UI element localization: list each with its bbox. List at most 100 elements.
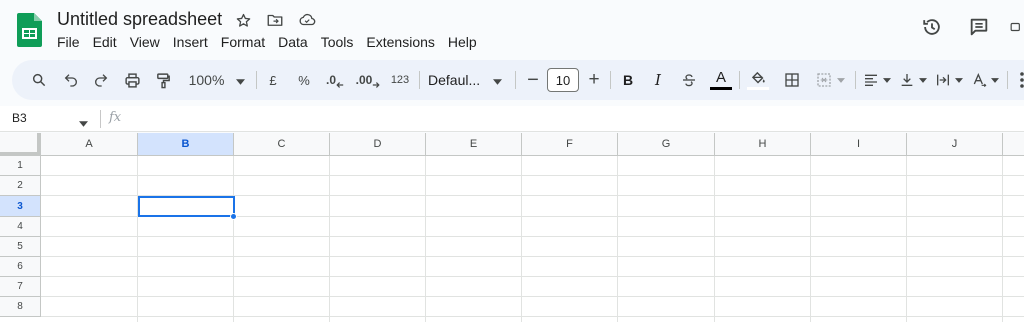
- caret-down-icon: [991, 77, 999, 83]
- formula-input[interactable]: [140, 110, 1020, 128]
- caret-down-icon: [836, 77, 845, 83]
- menu-file[interactable]: File: [57, 34, 80, 50]
- row-header-4[interactable]: 4: [0, 217, 41, 237]
- column-header-c[interactable]: C: [234, 133, 330, 156]
- undo-icon[interactable]: [59, 60, 83, 100]
- column-header-e[interactable]: E: [426, 133, 522, 156]
- merge-cells-button[interactable]: [810, 60, 850, 100]
- decrease-font-size-button[interactable]: −: [523, 60, 543, 100]
- column-header-g[interactable]: G: [618, 133, 715, 156]
- header: Untitled spreadsheet File Edit View Inse…: [0, 0, 1024, 58]
- text-rotation-icon: [973, 72, 987, 88]
- column-gridline: [329, 156, 330, 322]
- fill-handle[interactable]: [230, 213, 237, 220]
- row-header-1[interactable]: 1: [0, 156, 41, 176]
- menu-extensions[interactable]: Extensions: [366, 34, 434, 50]
- row-gridline: [41, 175, 1024, 176]
- vertical-align-button[interactable]: [897, 60, 929, 100]
- text-color-button[interactable]: A: [709, 60, 733, 100]
- version-history-icon[interactable]: [919, 14, 945, 40]
- decrease-decimal-button[interactable]: .0: [323, 60, 347, 100]
- star-icon[interactable]: [232, 9, 254, 31]
- text-color-bar: [710, 86, 732, 90]
- italic-button[interactable]: I: [647, 60, 669, 100]
- bold-button[interactable]: B: [617, 60, 639, 100]
- select-all-corner[interactable]: [0, 133, 41, 156]
- cloud-saved-icon[interactable]: [296, 9, 318, 31]
- format-percent-button[interactable]: %: [293, 60, 315, 100]
- sheets-logo[interactable]: [17, 13, 42, 47]
- print-icon[interactable]: [120, 60, 144, 100]
- borders-icon[interactable]: [780, 60, 804, 100]
- video-call-icon[interactable]: [1010, 14, 1024, 40]
- caret-down-icon: [493, 73, 503, 88]
- increase-font-size-button[interactable]: +: [584, 60, 604, 100]
- text-color-icon: A: [715, 68, 726, 86]
- menu-view[interactable]: View: [130, 34, 160, 50]
- name-box-caret-icon[interactable]: [79, 114, 88, 132]
- format-currency-button[interactable]: £: [262, 60, 284, 100]
- increase-decimal-button[interactable]: .00: [354, 60, 382, 100]
- fill-color-bar: [747, 86, 769, 90]
- menu-help[interactable]: Help: [448, 34, 477, 50]
- menu-data[interactable]: Data: [278, 34, 308, 50]
- spreadsheet-grid[interactable]: ABCDEFGHIJ 12345678: [0, 133, 1024, 322]
- row-header-3[interactable]: 3: [0, 196, 41, 217]
- column-header-i[interactable]: I: [811, 133, 907, 156]
- column-gridline: [810, 156, 811, 322]
- redo-icon[interactable]: [89, 60, 113, 100]
- move-to-folder-icon[interactable]: [264, 9, 286, 31]
- horizontal-align-button[interactable]: [861, 60, 893, 100]
- menu-insert[interactable]: Insert: [173, 34, 208, 50]
- column-gridline: [617, 156, 618, 322]
- column-header-partial[interactable]: [1003, 133, 1024, 156]
- formula-bar: B3 fx: [0, 106, 1024, 132]
- row-gridline: [41, 256, 1024, 257]
- column-header-b[interactable]: B: [138, 133, 234, 156]
- menu-format[interactable]: Format: [221, 34, 265, 50]
- font-select[interactable]: Defaul...: [428, 60, 508, 100]
- column-gridline: [425, 156, 426, 322]
- row-header-7[interactable]: 7: [0, 277, 41, 297]
- zoom-select[interactable]: 100%: [184, 60, 250, 100]
- more-formats-button[interactable]: 123: [387, 60, 413, 100]
- search-menus-icon[interactable]: [27, 60, 51, 100]
- caret-down-icon: [955, 77, 963, 83]
- column-header-j[interactable]: J: [907, 133, 1003, 156]
- toolbar: 100% £ % .0 .00 123 Defaul... − 10 + B I: [12, 60, 1024, 100]
- menu-tools[interactable]: Tools: [321, 34, 354, 50]
- text-wrapping-button[interactable]: [932, 60, 966, 100]
- paint-format-icon[interactable]: [151, 60, 175, 100]
- text-rotation-button[interactable]: [967, 60, 1003, 100]
- strikethrough-icon[interactable]: [678, 60, 700, 100]
- font-size-input[interactable]: 10: [547, 68, 579, 92]
- caret-down-icon: [883, 77, 891, 83]
- align-bottom-icon: [901, 74, 913, 86]
- column-header-h[interactable]: H: [715, 133, 811, 156]
- row-header-5[interactable]: 5: [0, 237, 41, 257]
- arrow-left-icon: [336, 82, 344, 88]
- column-gridline: [906, 156, 907, 322]
- row-gridline: [41, 296, 1024, 297]
- increase-decimal-label: .00: [355, 73, 373, 87]
- row-header-8[interactable]: 8: [0, 297, 41, 317]
- bold-icon: B: [622, 72, 634, 88]
- row-header-6[interactable]: 6: [0, 257, 41, 277]
- row-header-2[interactable]: 2: [0, 176, 41, 196]
- caret-down-icon: [919, 77, 927, 83]
- comments-icon[interactable]: [966, 14, 992, 40]
- column-header-a[interactable]: A: [41, 133, 138, 156]
- column-gridline: [714, 156, 715, 322]
- italic-icon: I: [655, 71, 661, 89]
- fill-color-button[interactable]: [746, 60, 770, 100]
- font-name: Defaul...: [428, 72, 481, 88]
- more-toolbar-icon[interactable]: [1012, 60, 1024, 100]
- document-title[interactable]: Untitled spreadsheet: [57, 9, 222, 30]
- percent-label: %: [298, 72, 310, 88]
- column-header-d[interactable]: D: [330, 133, 426, 156]
- name-box[interactable]: B3: [12, 111, 27, 125]
- selected-cell-outline[interactable]: [138, 196, 235, 217]
- minus-icon: −: [527, 68, 539, 91]
- menu-edit[interactable]: Edit: [93, 34, 117, 50]
- column-header-f[interactable]: F: [522, 133, 618, 156]
